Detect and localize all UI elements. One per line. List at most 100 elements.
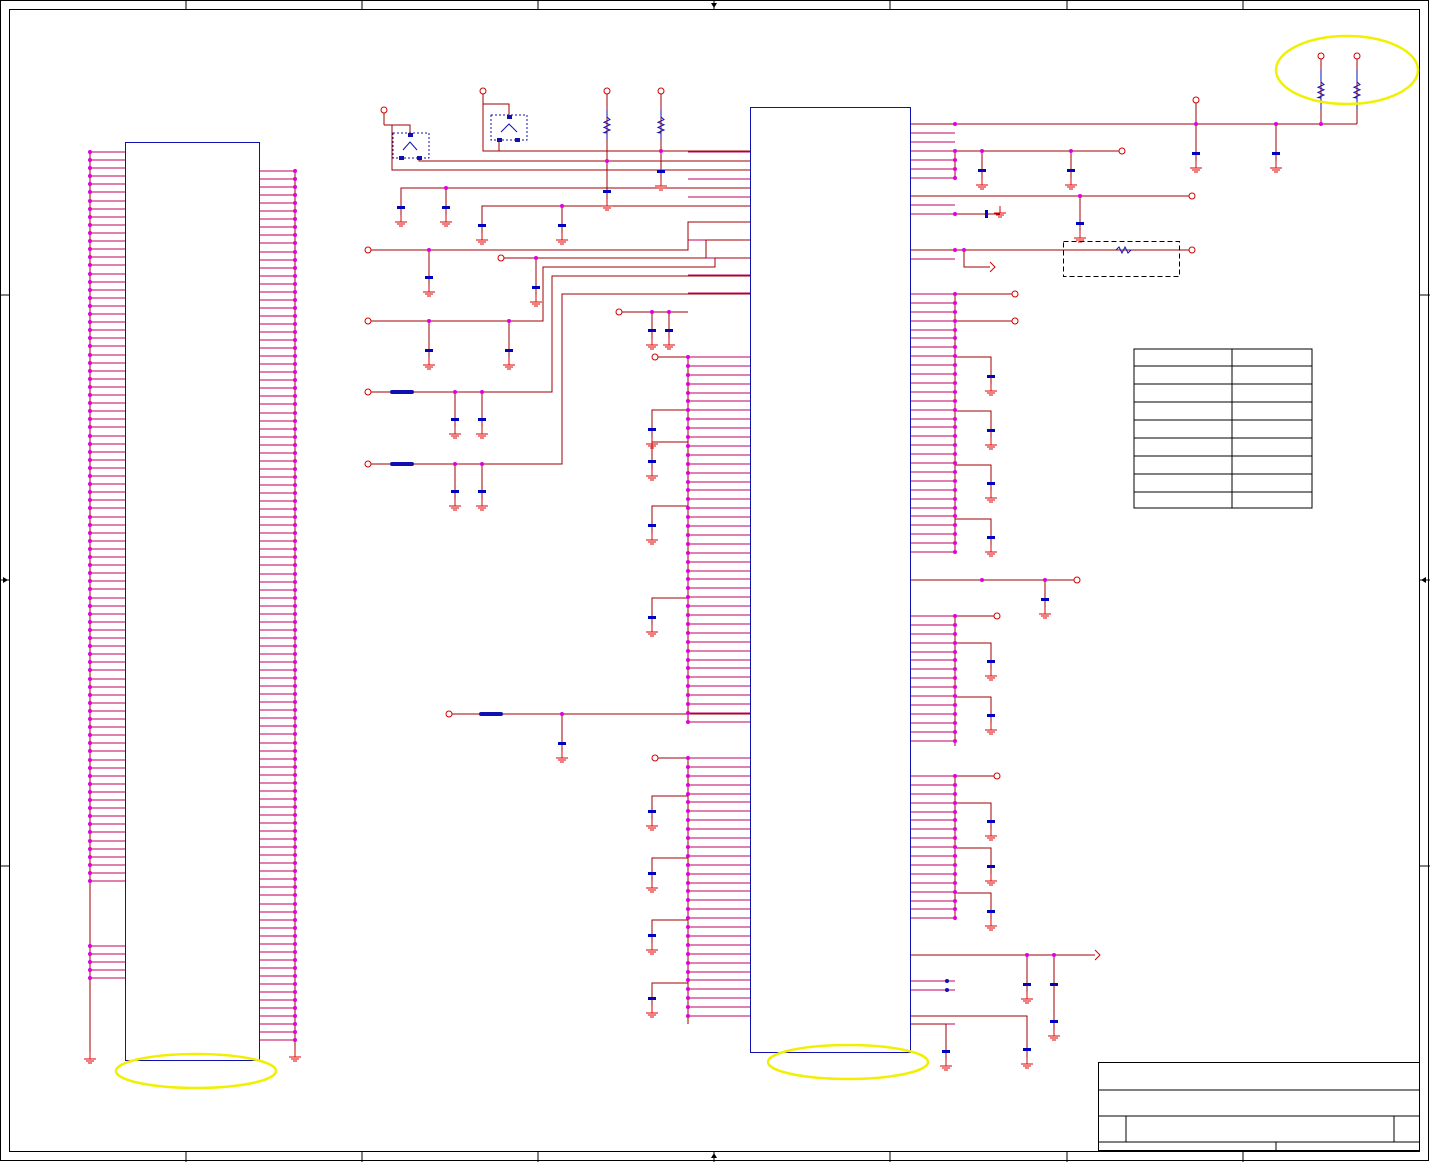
junction-dot — [659, 149, 663, 153]
junction-dot — [293, 523, 297, 527]
junction-dot — [953, 818, 957, 822]
junction-dot — [686, 898, 690, 902]
highlight-ellipse — [766, 1043, 930, 1081]
title-block-frame — [1098, 1062, 1420, 1151]
junction-dot — [953, 916, 957, 920]
junction-dot — [88, 709, 92, 713]
junction-dot — [686, 435, 690, 439]
capacitor-icon — [646, 420, 658, 449]
capacitor-plate — [558, 224, 566, 227]
junction-dot — [686, 916, 690, 920]
junction-dot — [686, 720, 690, 724]
junction-dot — [453, 390, 457, 394]
junction-dot — [293, 612, 297, 616]
junction-dot — [650, 310, 654, 314]
junction-dot — [88, 863, 92, 867]
junction-dot — [88, 458, 92, 462]
capacitor-plate — [987, 820, 995, 823]
wire — [955, 518, 992, 528]
wire — [384, 124, 750, 171]
junction-dot — [293, 934, 297, 938]
ferrite-bead-icon — [479, 712, 503, 716]
capacitor-plate — [987, 536, 995, 539]
capacitor-icon — [646, 989, 658, 1018]
capacitor-plate — [451, 418, 459, 421]
junction-dot — [88, 604, 92, 608]
ground-icon — [646, 1006, 658, 1018]
junction-dot — [686, 382, 690, 386]
junction-dot — [953, 514, 957, 518]
junction-dot — [534, 256, 538, 260]
pin-marker — [945, 988, 949, 992]
junction-dot — [686, 693, 690, 697]
junction-dot — [88, 442, 92, 446]
junction-dot — [953, 650, 957, 654]
ground-icon — [1074, 231, 1086, 243]
no-connect-icon — [989, 261, 996, 273]
junction-dot — [88, 385, 92, 389]
junction-dot — [293, 411, 297, 415]
ground-icon — [449, 427, 461, 439]
junction-dot — [293, 258, 297, 262]
junction-dot — [293, 539, 297, 543]
capacitor-icon — [646, 864, 658, 893]
ground-icon — [1190, 161, 1202, 173]
junction-dot — [293, 668, 297, 672]
junction-dot — [293, 250, 297, 254]
ground-icon — [985, 545, 997, 557]
junction-dot — [88, 644, 92, 648]
net-port-icon — [615, 308, 623, 316]
junction-dot — [953, 354, 957, 358]
junction-dot — [88, 774, 92, 778]
junction-dot — [293, 169, 297, 173]
capacitor-icon — [1190, 144, 1202, 173]
junction-dot — [88, 563, 92, 567]
capacitor-icon — [646, 802, 658, 831]
junction-dot — [293, 869, 297, 873]
capacitor-plate — [425, 349, 433, 352]
ground-icon — [994, 206, 1006, 218]
junction-dot — [293, 241, 297, 245]
junction-dot — [953, 703, 957, 707]
junction-dot — [88, 466, 92, 470]
junction-dot — [88, 855, 92, 859]
capacitor-icon — [1021, 975, 1033, 1004]
capacitor-plate — [1050, 983, 1058, 986]
junction-dot — [953, 863, 957, 867]
junction-dot — [88, 612, 92, 616]
junction-dot — [293, 459, 297, 463]
junction-dot — [1069, 149, 1073, 153]
center-mark-top — [711, 3, 717, 8]
junction-dot — [953, 443, 957, 447]
capacitor-icon — [449, 482, 461, 511]
junction-dot — [686, 818, 690, 822]
capacitor-icon — [1039, 590, 1051, 619]
capacitor-plate — [1050, 1020, 1058, 1023]
junction-dot — [293, 491, 297, 495]
junction-dot — [686, 595, 690, 599]
junction-dot — [88, 790, 92, 794]
net-port-icon — [364, 388, 372, 396]
junction-dot — [293, 604, 297, 608]
capacitor-icon — [985, 528, 997, 557]
net-port-icon — [651, 353, 659, 361]
junction-dot — [293, 201, 297, 205]
junction-dot — [686, 907, 690, 911]
junction-dot — [686, 827, 690, 831]
capacitor-icon — [1270, 144, 1282, 173]
junction-dot — [293, 708, 297, 712]
junction-dot — [293, 805, 297, 809]
junction-dot — [686, 711, 690, 715]
junction-dot — [686, 462, 690, 466]
junction-dot — [686, 836, 690, 840]
junction-dot — [88, 490, 92, 494]
junction-dot — [88, 579, 92, 583]
junction-dot — [686, 497, 690, 501]
junction-dot — [293, 362, 297, 366]
junction-dot — [1052, 953, 1056, 957]
junction-dot — [293, 620, 297, 624]
junction-dot — [88, 190, 92, 194]
ground-icon — [646, 469, 658, 481]
capacitor-icon — [985, 706, 997, 735]
junction-dot — [88, 215, 92, 219]
